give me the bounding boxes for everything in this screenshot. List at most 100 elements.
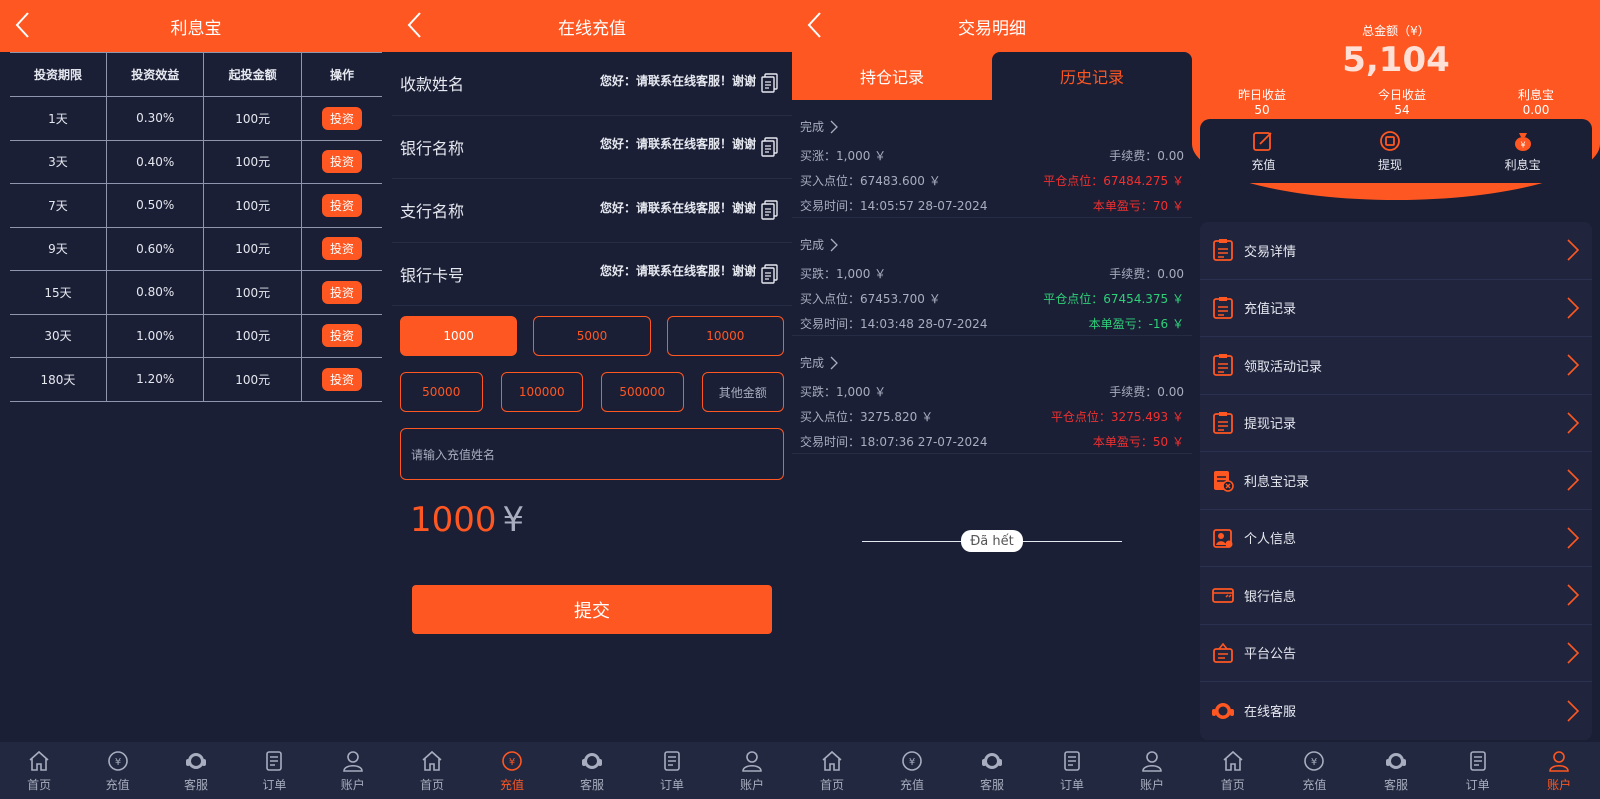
amount-option-500000[interactable]: 500000 (601, 372, 684, 412)
nav-account[interactable]: 账户 (722, 749, 782, 793)
back-arrow-icon[interactable] (406, 11, 422, 39)
copy-icon[interactable] (760, 136, 780, 158)
nav-label: 订单 (262, 777, 287, 792)
clipboard-icon (1213, 239, 1233, 262)
menu-announcements[interactable]: 平台公告 (1200, 625, 1592, 682)
bank-name-row: 银行名称 您好：请联系在线客服！谢谢 (392, 116, 792, 179)
invest-button[interactable]: 投资 (321, 367, 362, 391)
invest-button[interactable]: 投资 (321, 324, 362, 348)
chevron-right-icon (830, 238, 838, 251)
submit-button[interactable]: 提交 (412, 585, 772, 634)
cell-yield: 0.60% (105, 227, 204, 271)
nav-label: 账户 (739, 777, 764, 792)
nav-account[interactable]: 账户 (1529, 749, 1589, 793)
trade-time: 交易时间：14:03:48 28-07-2024 (800, 317, 988, 331)
nav-home[interactable]: 首页 (9, 749, 69, 793)
invest-button[interactable]: 投资 (321, 237, 362, 261)
nav-orders[interactable]: 订单 (244, 749, 304, 793)
nav-support[interactable]: 客服 (962, 749, 1022, 793)
clipboard-icon (1213, 411, 1233, 434)
amount-option-10000[interactable]: 10000 (666, 316, 784, 356)
report-icon (1214, 471, 1234, 493)
nav-label: 账户 (1547, 777, 1572, 792)
nav-support[interactable]: 客服 (562, 749, 622, 793)
page-title: 在线充值 (558, 18, 626, 39)
amount-option-5000[interactable]: 5000 (533, 316, 651, 356)
nav-home[interactable]: 首页 (1203, 749, 1263, 793)
quick-withdraw[interactable]: 提现 (1378, 130, 1402, 173)
quick-interest[interactable]: ¥ 利息宝 (1505, 130, 1541, 173)
trade-record[interactable]: 完成 买跌：1,000 ￥ 手续费：0.00 买入点位：3275.820 ￥ 平仓点… (792, 336, 1192, 454)
invest-button[interactable]: 投资 (321, 193, 362, 217)
nav-label: 充值 (899, 777, 924, 792)
amount-option-100000[interactable]: 100000 (500, 372, 583, 412)
payee-name-row: 收款姓名 您好：请联系在线客服！谢谢 (392, 52, 792, 116)
menu-activity-records[interactable]: 领取活动记录 (1200, 337, 1592, 395)
invest-button[interactable]: 投资 (321, 280, 362, 304)
stat-value: 54 (1394, 103, 1410, 117)
nav-orders[interactable]: 订单 (642, 749, 702, 793)
nav-account[interactable]: 账户 (1122, 749, 1182, 793)
back-arrow-icon[interactable] (14, 11, 30, 39)
menu-recharge-records[interactable]: 充值记录 (1200, 280, 1592, 337)
tab-positions[interactable]: 持仓记录 (792, 52, 992, 100)
field-label: 收款姓名 (400, 75, 465, 95)
header-bar: 在线充值 (392, 0, 792, 52)
nav-home[interactable]: 首页 (802, 749, 862, 793)
trade-record[interactable]: 完成 买涨：1,000 ￥ 手续费：0.00 买入点位：67483.600 ￥ 平仓… (792, 100, 1192, 218)
stat-yesterday: 昨日收益 50 (1238, 86, 1286, 117)
nav-orders[interactable]: 订单 (1448, 749, 1508, 793)
amount-option-50000[interactable]: 50000 (400, 372, 483, 412)
nav-account[interactable]: 账户 (323, 749, 383, 793)
amount-option-1000[interactable]: 1000 (400, 316, 518, 356)
field-value: 您好：请联系在线客服！谢谢 (599, 200, 756, 215)
chevron-right-icon (830, 356, 838, 369)
copy-icon[interactable] (760, 72, 780, 94)
trade-exit: 平仓点位：67454.375 ￥ (1043, 292, 1184, 306)
chevron-right-icon (1567, 527, 1580, 549)
order-icon (266, 750, 283, 771)
nav-label: 客服 (183, 777, 208, 792)
cell-min: 100元 (203, 357, 302, 402)
invest-button[interactable]: 投资 (321, 150, 362, 174)
menu-trade-details[interactable]: 交易详情 (1200, 222, 1592, 280)
menu-online-support[interactable]: 在线客服 (1200, 682, 1592, 740)
nav-label: 充值 (499, 777, 524, 792)
other-amount-input[interactable]: 其他金额 (701, 372, 784, 412)
svg-text:¥: ¥ (1311, 757, 1317, 768)
tab-history[interactable]: 历史记录 (992, 52, 1192, 100)
cell-min: 100元 (203, 227, 302, 271)
nav-support[interactable]: 客服 (166, 749, 226, 793)
nav-support[interactable]: 客服 (1366, 749, 1426, 793)
recharge-name-input[interactable]: 请输入充值姓名 (400, 428, 784, 480)
menu-withdraw-records[interactable]: 提现记录 (1200, 395, 1592, 452)
nav-recharge[interactable]: ¥ 充值 (88, 749, 148, 793)
field-label: 支行名称 (400, 202, 465, 222)
quick-recharge[interactable]: 充值 (1251, 130, 1275, 173)
nav-label: 客服 (979, 777, 1004, 792)
trade-status: 完成 (800, 356, 825, 370)
stat-value: 50 (1254, 103, 1270, 117)
trade-direction: 买跌：1,000 ￥ (800, 267, 887, 281)
copy-icon[interactable] (760, 263, 780, 285)
menu-personal-info[interactable]: 个人信息 (1200, 510, 1592, 567)
menu-interest-records[interactable]: 利息宝记录 (1200, 452, 1592, 510)
yen-coin-icon: ¥ (1304, 750, 1325, 771)
nav-recharge[interactable]: ¥ 充值 (1284, 749, 1344, 793)
home-icon (422, 750, 442, 771)
menu-label: 个人信息 (1244, 532, 1297, 548)
nav-recharge[interactable]: ¥ 充值 (482, 749, 542, 793)
nav-orders[interactable]: 订单 (1042, 749, 1102, 793)
nav-home[interactable]: 首页 (402, 749, 462, 793)
header-bar: 利息宝 (0, 0, 392, 52)
stat-interest: 利息宝 0.00 (1518, 86, 1554, 117)
chevron-right-icon (1567, 642, 1580, 664)
nav-recharge[interactable]: ¥ 充值 (882, 749, 942, 793)
menu-bank-info[interactable]: 银行信息 (1200, 567, 1592, 625)
trade-record[interactable]: 完成 买跌：1,000 ￥ 手续费：0.00 买入点位：67453.700 ￥ 平仓… (792, 218, 1192, 336)
copy-icon[interactable] (760, 199, 780, 221)
trade-entry: 买入点位：67453.700 ￥ (800, 292, 941, 306)
back-arrow-icon[interactable] (806, 11, 822, 39)
chevron-right-icon (1567, 239, 1580, 261)
invest-button[interactable]: 投资 (321, 106, 362, 130)
